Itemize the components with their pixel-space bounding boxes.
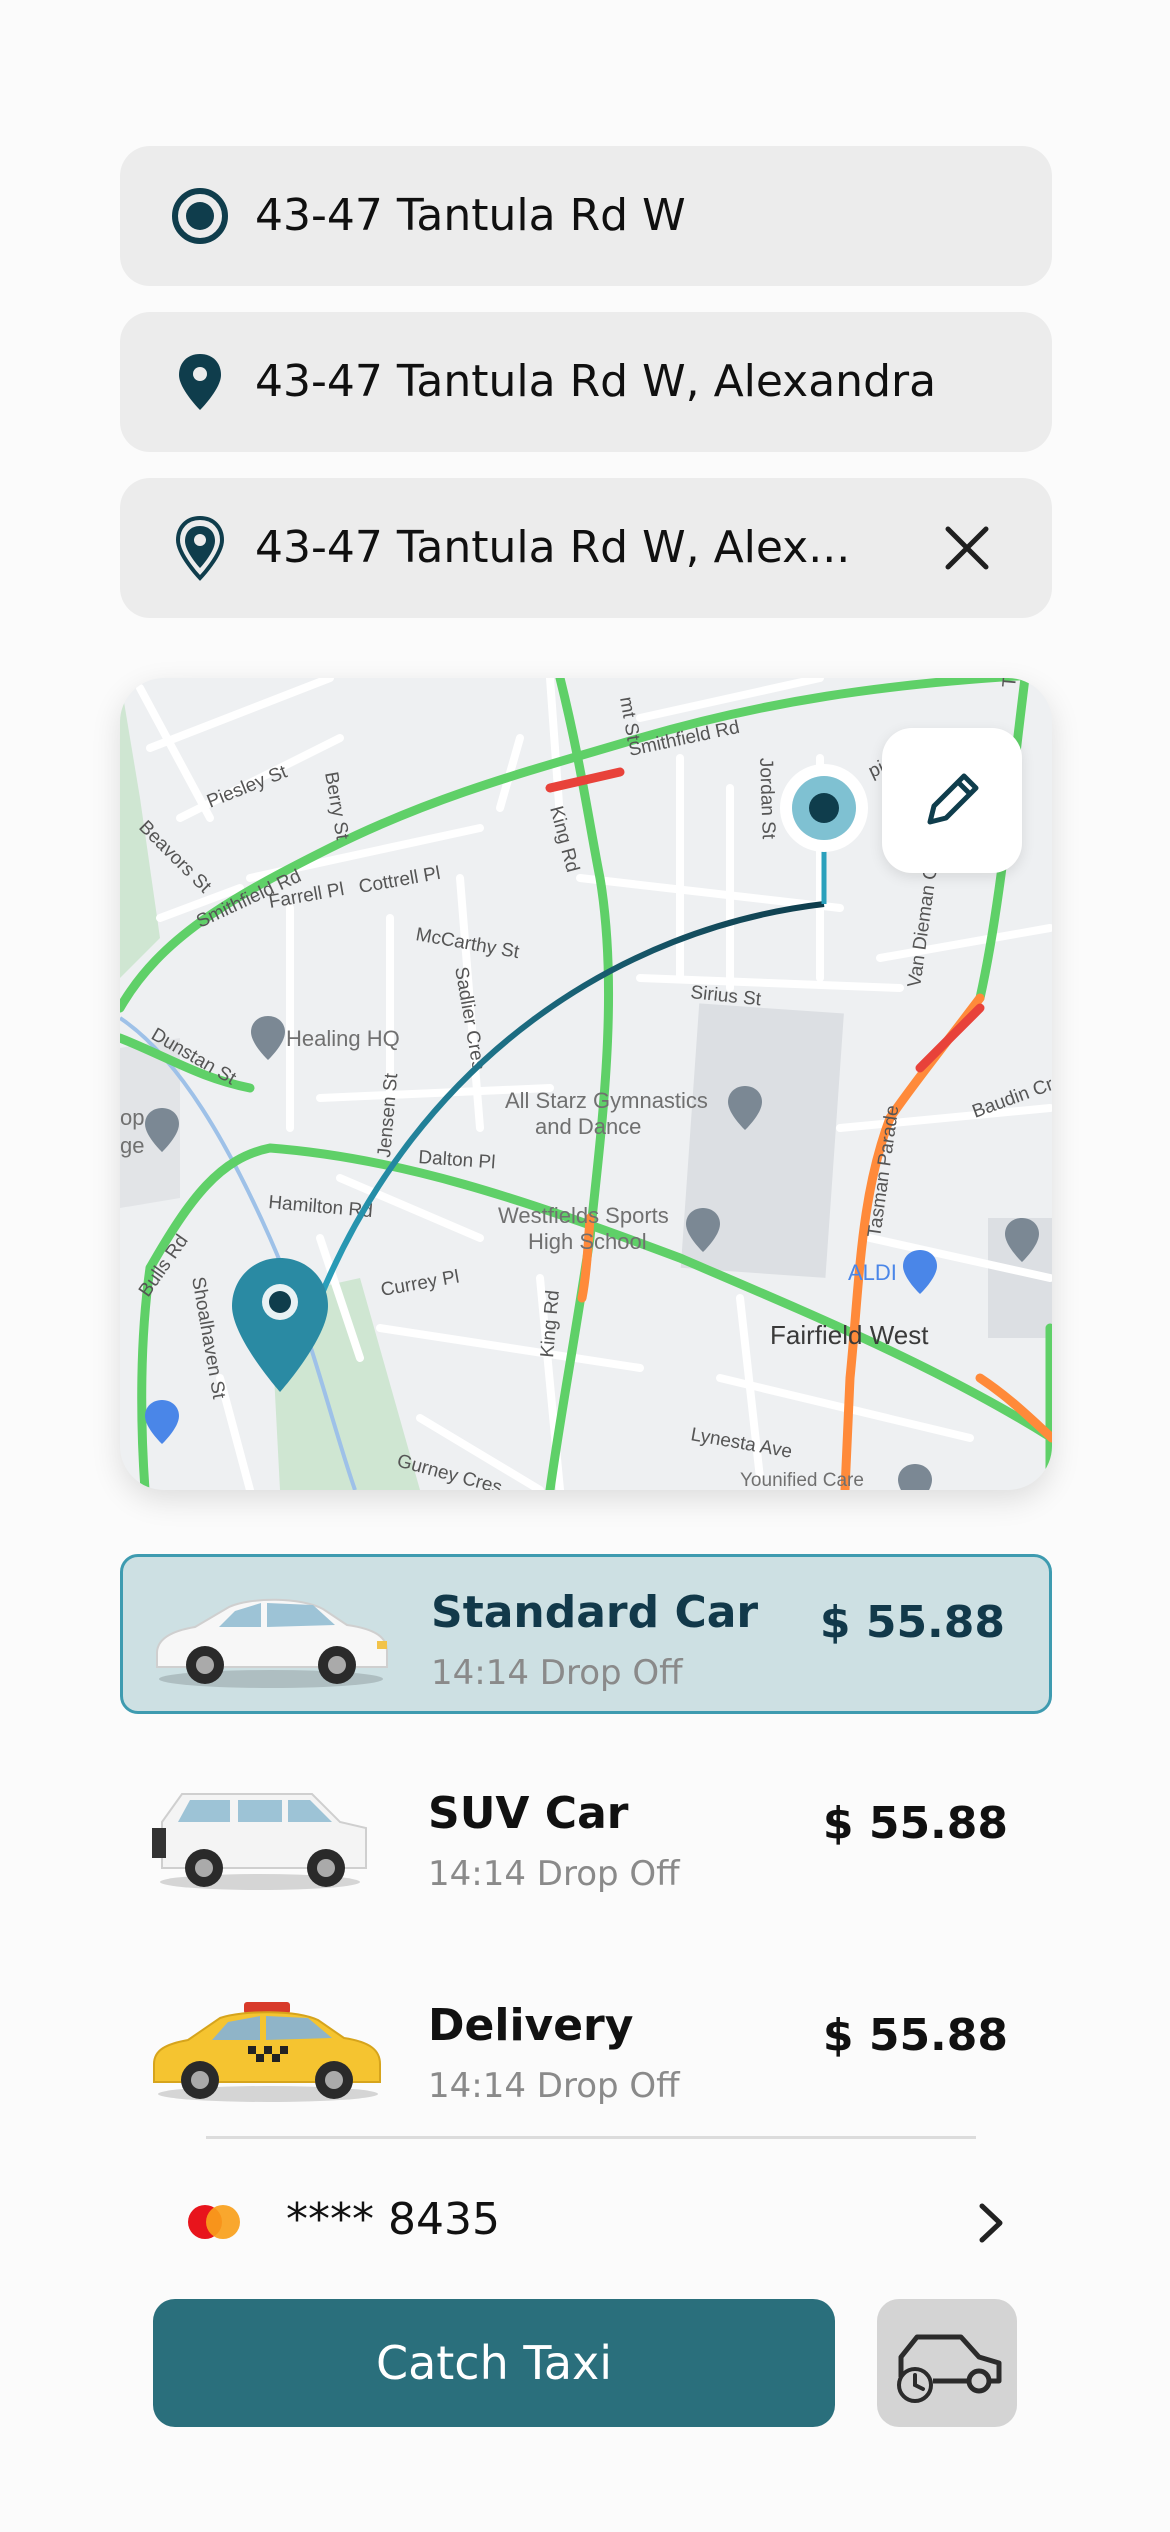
street-label: mt St xyxy=(615,695,644,743)
destination-marker xyxy=(780,764,868,852)
catch-taxi-button[interactable]: Catch Taxi xyxy=(153,2299,835,2427)
route-map[interactable]: Smithfield Rd Smithfield Rd Piesley St B… xyxy=(120,678,1052,1490)
mastercard-icon xyxy=(184,2202,244,2242)
street-label: Berry St xyxy=(320,770,353,842)
ride-option-standard[interactable]: Standard Car 14:14 Drop Off $ 55.88 xyxy=(120,1554,1052,1714)
close-icon[interactable] xyxy=(942,523,992,573)
payment-method-row[interactable]: **** 8435 xyxy=(120,2176,1052,2268)
stop-text: 43-47 Tantula Rd W, Alexandra xyxy=(255,356,937,407)
street-label: Lynesta Ave xyxy=(689,1424,794,1462)
scheduled-car-icon xyxy=(897,2334,1002,2403)
ride-eta: 14:14 Drop Off xyxy=(428,1854,680,1894)
street-label: Dalton Pl xyxy=(418,1147,496,1173)
ride-name: Standard Car xyxy=(431,1587,759,1638)
street-label: King Rd xyxy=(545,804,583,875)
ride-price: $ 55.88 xyxy=(819,1597,1005,1648)
place-label: Fairfield West xyxy=(770,1320,929,1350)
place-label: Healing HQ xyxy=(286,1026,400,1051)
ride-option-suv[interactable]: SUV Car 14:14 Drop Off $ 55.88 xyxy=(120,1758,1052,1918)
place-label: All Starz Gymnastics and Dance xyxy=(505,1088,708,1139)
street-label: Jensen St xyxy=(374,1072,402,1159)
card-number: **** 8435 xyxy=(286,2194,500,2245)
schedule-ride-button[interactable] xyxy=(877,2299,1017,2427)
map-pin-icon xyxy=(164,346,236,418)
yellow-taxi-image xyxy=(148,1994,388,2106)
place-label: Younified Care xyxy=(740,1470,864,1490)
ride-eta: 14:14 Drop Off xyxy=(428,2066,680,2106)
street-label: Piesley St xyxy=(204,761,291,812)
street-label: Cottrell Pl xyxy=(357,863,442,898)
divider xyxy=(206,2136,976,2139)
ride-price: $ 55.88 xyxy=(822,1798,1008,1849)
pencil-icon xyxy=(927,773,979,825)
ride-option-delivery[interactable]: Delivery 14:14 Drop Off $ 55.88 xyxy=(120,1970,1052,2130)
map-pin-outline-icon xyxy=(164,512,236,584)
place-label: ALDI xyxy=(848,1260,897,1285)
origin-field[interactable]: 43-47 Tantula Rd W xyxy=(120,146,1052,286)
place-label: Westfields Sports High School xyxy=(498,1203,669,1254)
street-label: Currey Pl xyxy=(379,1266,461,1300)
ride-name: SUV Car xyxy=(428,1788,629,1839)
street-label: Jordan St xyxy=(755,757,779,840)
origin-text: 43-47 Tantula Rd W xyxy=(255,190,686,241)
origin-radio-icon xyxy=(164,180,236,252)
edit-route-button[interactable] xyxy=(882,728,1022,873)
stop-field[interactable]: 43-47 Tantula Rd W, Alexandra xyxy=(120,312,1052,452)
destination-field[interactable]: 43-47 Tantula Rd W, Alex... xyxy=(120,478,1052,618)
white-suv-image xyxy=(148,1782,388,1894)
white-sedan-image xyxy=(151,1581,391,1693)
street-label: Sadlier Cres xyxy=(450,965,489,1072)
place-label: op xyxy=(120,1105,144,1130)
ride-name: Delivery xyxy=(428,2000,634,2051)
street-label: Shoalhaven St xyxy=(187,1275,229,1401)
street-label: King Rd xyxy=(537,1289,564,1358)
destination-text: 43-47 Tantula Rd W, Alex... xyxy=(255,522,851,573)
ride-price: $ 55.88 xyxy=(822,2010,1008,2061)
chevron-right-icon xyxy=(970,2200,1010,2246)
place-label: ge xyxy=(120,1133,144,1158)
ride-eta: 14:14 Drop Off xyxy=(431,1653,683,1693)
